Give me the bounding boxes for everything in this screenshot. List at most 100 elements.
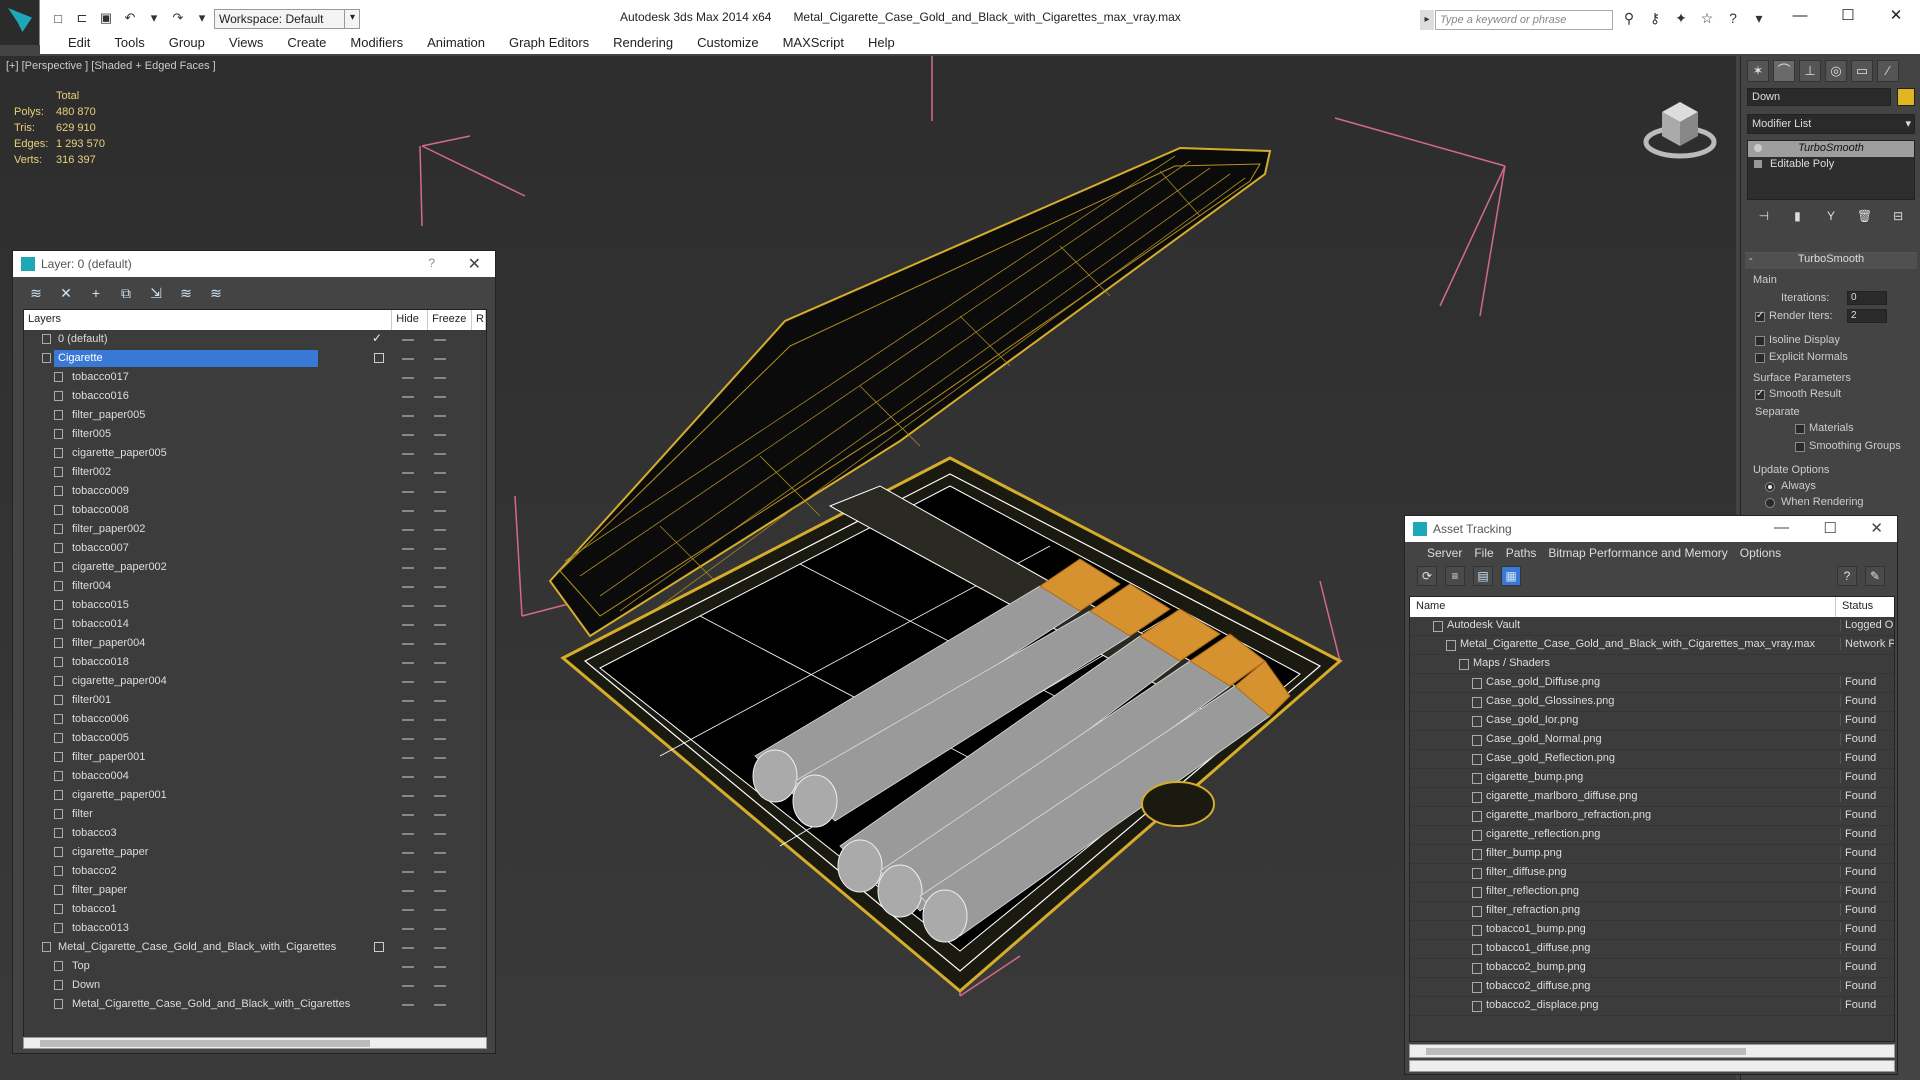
minimize-button[interactable]: — bbox=[1774, 519, 1789, 536]
col-render[interactable]: R bbox=[472, 310, 486, 330]
hide-toggle[interactable] bbox=[402, 985, 414, 987]
freeze-toggle[interactable] bbox=[434, 700, 446, 702]
explicit-normals-checkbox[interactable] bbox=[1755, 353, 1765, 363]
freeze-toggle[interactable] bbox=[434, 377, 446, 379]
rollout-header[interactable]: TurboSmooth bbox=[1745, 253, 1917, 269]
asset-file-row[interactable]: cigarette_marlboro_refraction.png Found bbox=[1410, 807, 1894, 826]
freeze-toggle[interactable] bbox=[434, 624, 446, 626]
hide-toggle[interactable] bbox=[402, 529, 414, 531]
freeze-toggle[interactable] bbox=[434, 434, 446, 436]
col-layers[interactable]: Layers bbox=[24, 310, 393, 330]
iterations-spinner[interactable]: 0 bbox=[1847, 291, 1887, 305]
object-row[interactable]: Metal_Cigarette_Case_Gold_and_Black_with… bbox=[24, 995, 486, 1014]
object-row[interactable]: filter_paper004 bbox=[24, 634, 486, 653]
freeze-toggle[interactable] bbox=[434, 852, 446, 854]
object-row[interactable]: filter_paper005 bbox=[24, 406, 486, 425]
qat-customize-button[interactable] bbox=[344, 9, 358, 29]
hide-toggle[interactable] bbox=[402, 624, 414, 626]
asset-file-row[interactable]: Case_gold_Normal.png Found bbox=[1410, 731, 1894, 750]
freeze-toggle[interactable] bbox=[434, 1004, 446, 1006]
freeze-toggle[interactable] bbox=[434, 719, 446, 721]
object-row[interactable]: cigarette_paper001 bbox=[24, 786, 486, 805]
create-tab-icon[interactable]: ✶ bbox=[1747, 60, 1769, 82]
layer-row[interactable]: Metal_Cigarette_Case_Gold_and_Black_with… bbox=[24, 938, 486, 957]
menu-maxscript[interactable]: MAXScript bbox=[771, 32, 856, 54]
freeze-toggle[interactable] bbox=[434, 814, 446, 816]
freeze-toggle[interactable] bbox=[434, 757, 446, 759]
object-row[interactable]: filter bbox=[24, 805, 486, 824]
highlight-selected-layers-icon[interactable]: ⇲ bbox=[145, 283, 167, 303]
close-dialog-icon[interactable]: ✕ bbox=[468, 254, 481, 274]
col-hide[interactable]: Hide bbox=[392, 310, 429, 330]
delete-layer-icon[interactable]: ✕ bbox=[55, 283, 77, 303]
asset-horizontal-scrollbar[interactable] bbox=[1409, 1044, 1895, 1058]
object-row[interactable]: tobacco3 bbox=[24, 824, 486, 843]
separate-smoothing-groups-checkbox[interactable] bbox=[1795, 442, 1805, 452]
help-icon[interactable]: ? bbox=[1837, 566, 1857, 586]
object-row[interactable]: filter004 bbox=[24, 577, 486, 596]
update-when-rendering-radio[interactable] bbox=[1765, 498, 1775, 508]
thumbnail-view-icon[interactable]: ▤ bbox=[1473, 566, 1493, 586]
asset-file-row[interactable]: filter_bump.png Found bbox=[1410, 845, 1894, 864]
modifier-list-dropdown[interactable]: Modifier List bbox=[1747, 114, 1915, 134]
hide-toggle[interactable] bbox=[402, 339, 414, 341]
freeze-toggle[interactable] bbox=[434, 871, 446, 873]
col-name[interactable]: Name bbox=[1410, 597, 1836, 617]
set-current-layer-box[interactable] bbox=[374, 942, 384, 952]
object-name-field[interactable]: Down bbox=[1747, 88, 1891, 106]
freeze-toggle[interactable] bbox=[434, 681, 446, 683]
hide-toggle[interactable] bbox=[402, 890, 414, 892]
asset-file-row[interactable]: Case_gold_Reflection.png Found bbox=[1410, 750, 1894, 769]
layer-horizontal-scrollbar[interactable] bbox=[23, 1037, 487, 1049]
help-icon[interactable]: ? bbox=[1724, 9, 1742, 27]
display-tab-icon[interactable]: ▭ bbox=[1851, 60, 1873, 82]
vault-row[interactable]: Autodesk Vault Logged O bbox=[1410, 617, 1894, 636]
asset-menu-paths[interactable]: Paths bbox=[1500, 542, 1543, 564]
hide-toggle[interactable] bbox=[402, 491, 414, 493]
hide-toggle[interactable] bbox=[402, 434, 414, 436]
asset-file-row[interactable]: tobacco2_bump.png Found bbox=[1410, 959, 1894, 978]
hide-toggle[interactable] bbox=[402, 719, 414, 721]
lightbulb-icon[interactable] bbox=[1754, 144, 1762, 152]
object-row[interactable]: tobacco007 bbox=[24, 539, 486, 558]
object-row[interactable]: tobacco004 bbox=[24, 767, 486, 786]
separate-materials-checkbox[interactable] bbox=[1795, 424, 1805, 434]
freeze-toggle[interactable] bbox=[434, 643, 446, 645]
asset-file-row[interactable]: filter_refraction.png Found bbox=[1410, 902, 1894, 921]
select-highlighted-objects-icon[interactable]: ⧉ bbox=[115, 283, 137, 303]
create-new-layer-icon[interactable]: ≋ bbox=[25, 283, 47, 303]
freeze-toggle[interactable] bbox=[434, 415, 446, 417]
refresh-icon[interactable]: ⟳ bbox=[1417, 566, 1437, 586]
hierarchy-tab-icon[interactable]: ⊥ bbox=[1799, 60, 1821, 82]
stack-item-editable-poly[interactable]: Editable Poly bbox=[1748, 157, 1914, 173]
object-row[interactable]: filter_paper002 bbox=[24, 520, 486, 539]
menu-tools[interactable]: Tools bbox=[102, 32, 156, 54]
freeze-toggle[interactable] bbox=[434, 567, 446, 569]
workspace-dropdown[interactable]: Workspace: Default bbox=[214, 9, 360, 29]
object-row[interactable]: cigarette_paper004 bbox=[24, 672, 486, 691]
asset-menu-file[interactable]: File bbox=[1468, 542, 1499, 564]
menu-views[interactable]: Views bbox=[217, 32, 275, 54]
close-button[interactable]: ✕ bbox=[1872, 0, 1920, 30]
search-expand-button[interactable]: ▸ bbox=[1420, 10, 1434, 30]
object-row[interactable]: cigarette_paper005 bbox=[24, 444, 486, 463]
hide-toggle[interactable] bbox=[402, 396, 414, 398]
hide-toggle[interactable] bbox=[402, 947, 414, 949]
freeze-toggle[interactable] bbox=[434, 491, 446, 493]
freeze-toggle[interactable] bbox=[434, 548, 446, 550]
layer-row[interactable]: Cigarette bbox=[24, 349, 486, 368]
object-row[interactable]: tobacco016 bbox=[24, 387, 486, 406]
undo-icon[interactable]: ↶ bbox=[120, 9, 140, 27]
hide-toggle[interactable] bbox=[402, 415, 414, 417]
hide-toggle[interactable] bbox=[402, 871, 414, 873]
object-color-swatch[interactable] bbox=[1897, 88, 1915, 106]
hide-toggle[interactable] bbox=[402, 757, 414, 759]
freeze-toggle[interactable] bbox=[434, 985, 446, 987]
hide-toggle[interactable] bbox=[402, 586, 414, 588]
hide-toggle[interactable] bbox=[402, 681, 414, 683]
hide-toggle[interactable] bbox=[402, 795, 414, 797]
render-iters-checkbox[interactable] bbox=[1755, 310, 1765, 322]
hide-toggle[interactable] bbox=[402, 567, 414, 569]
col-freeze[interactable]: Freeze bbox=[428, 310, 472, 330]
asset-file-row[interactable]: Case_gold_Ior.png Found bbox=[1410, 712, 1894, 731]
